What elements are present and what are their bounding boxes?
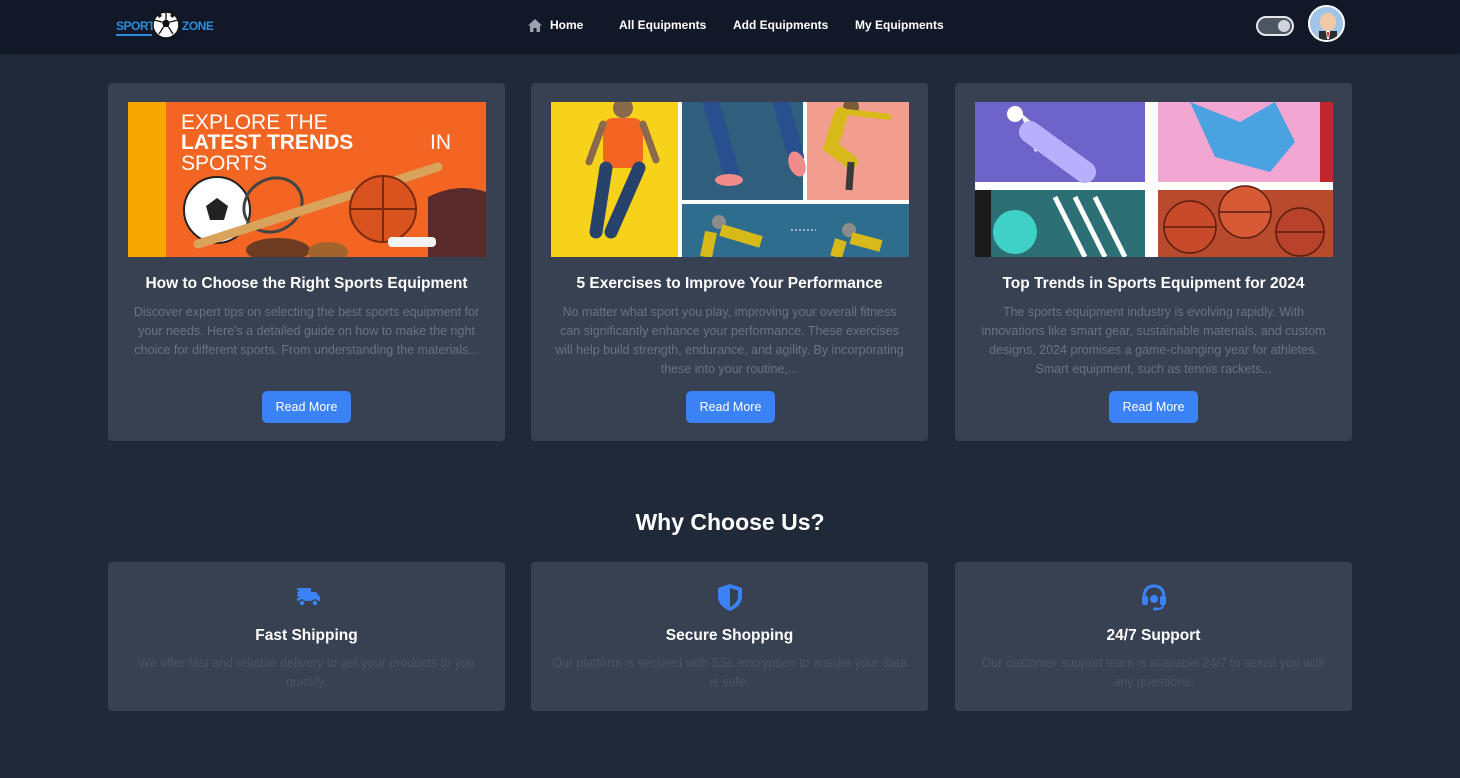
feature-card: Secure Shopping Our platform is secured …: [531, 562, 928, 711]
blog-card-image: EXPLORE THE LATEST TRENDS IN SPORTS: [128, 102, 486, 257]
feature-description: Our platform is secured with SSL encrypt…: [552, 656, 907, 689]
blog-card: Top Trends in Sports Equipment for 2024 …: [955, 83, 1352, 441]
sports-trends-banner-image: EXPLORE THE LATEST TRENDS IN SPORTS: [128, 102, 486, 257]
main-nav: Home All Equipments Add Equipments My Eq…: [0, 0, 1460, 53]
banner-line-2-rest: IN: [430, 131, 451, 154]
home-icon: [528, 18, 542, 32]
truck-icon: [292, 588, 320, 607]
blog-card-title: 5 Exercises to Improve Your Performance: [576, 275, 883, 292]
section-title: Why Choose Us?: [635, 509, 825, 535]
banner-line-3: SPORTS: [181, 152, 267, 175]
feature-title: 24/7 Support: [1106, 627, 1201, 644]
sports-equipment-collage-image: [975, 102, 1333, 257]
feature-card: 24/7 Support Our customer support team i…: [955, 562, 1352, 711]
feature-card: Fast Shipping We offer fast and reliable…: [108, 562, 505, 711]
nav-my-equipments[interactable]: My Equipments: [855, 18, 944, 32]
blog-card-description: Discover expert tips on selecting the be…: [133, 305, 480, 357]
feature-title: Fast Shipping: [255, 627, 358, 644]
feature-description: Our customer support team is available 2…: [981, 656, 1326, 689]
nav-add-equipments[interactable]: Add Equipments: [733, 18, 828, 32]
feature-title: Secure Shopping: [665, 627, 794, 644]
exercises-illustration-image: [551, 102, 909, 257]
headset-icon: [1142, 584, 1166, 611]
feature-description: We offer fast and reliable delivery to g…: [138, 656, 475, 689]
blog-card-title: How to Choose the Right Sports Equipment: [145, 275, 468, 292]
blog-card-image: [975, 102, 1333, 257]
nav-home[interactable]: Home: [528, 18, 583, 32]
blog-card-description: The sports equipment industry is evolvin…: [981, 305, 1326, 376]
theme-toggle[interactable]: [1256, 16, 1294, 36]
navbar: SPORTS ZONE Home All Equipments Add Equi…: [0, 0, 1460, 53]
read-more-button[interactable]: Read More: [1109, 391, 1198, 423]
toggle-knob: [1278, 20, 1290, 32]
blog-card: EXPLORE THE LATEST TRENDS IN SPORTS How …: [108, 83, 505, 441]
blog-card-description: No matter what sport you play, improving…: [555, 305, 904, 376]
nav-home-label: Home: [550, 18, 584, 32]
blog-card-title: Top Trends in Sports Equipment for 2024: [1002, 275, 1305, 292]
read-more-button[interactable]: Read More: [262, 391, 351, 423]
banner-line-2: LATEST TRENDS: [181, 131, 353, 154]
read-more-button[interactable]: Read More: [686, 391, 775, 423]
blog-card-image: [551, 102, 909, 257]
user-avatar[interactable]: [1308, 5, 1345, 42]
blog-card: 5 Exercises to Improve Your Performance …: [531, 83, 928, 441]
nav-all-equipments[interactable]: All Equipments: [619, 18, 706, 32]
shield-icon: [718, 584, 742, 611]
